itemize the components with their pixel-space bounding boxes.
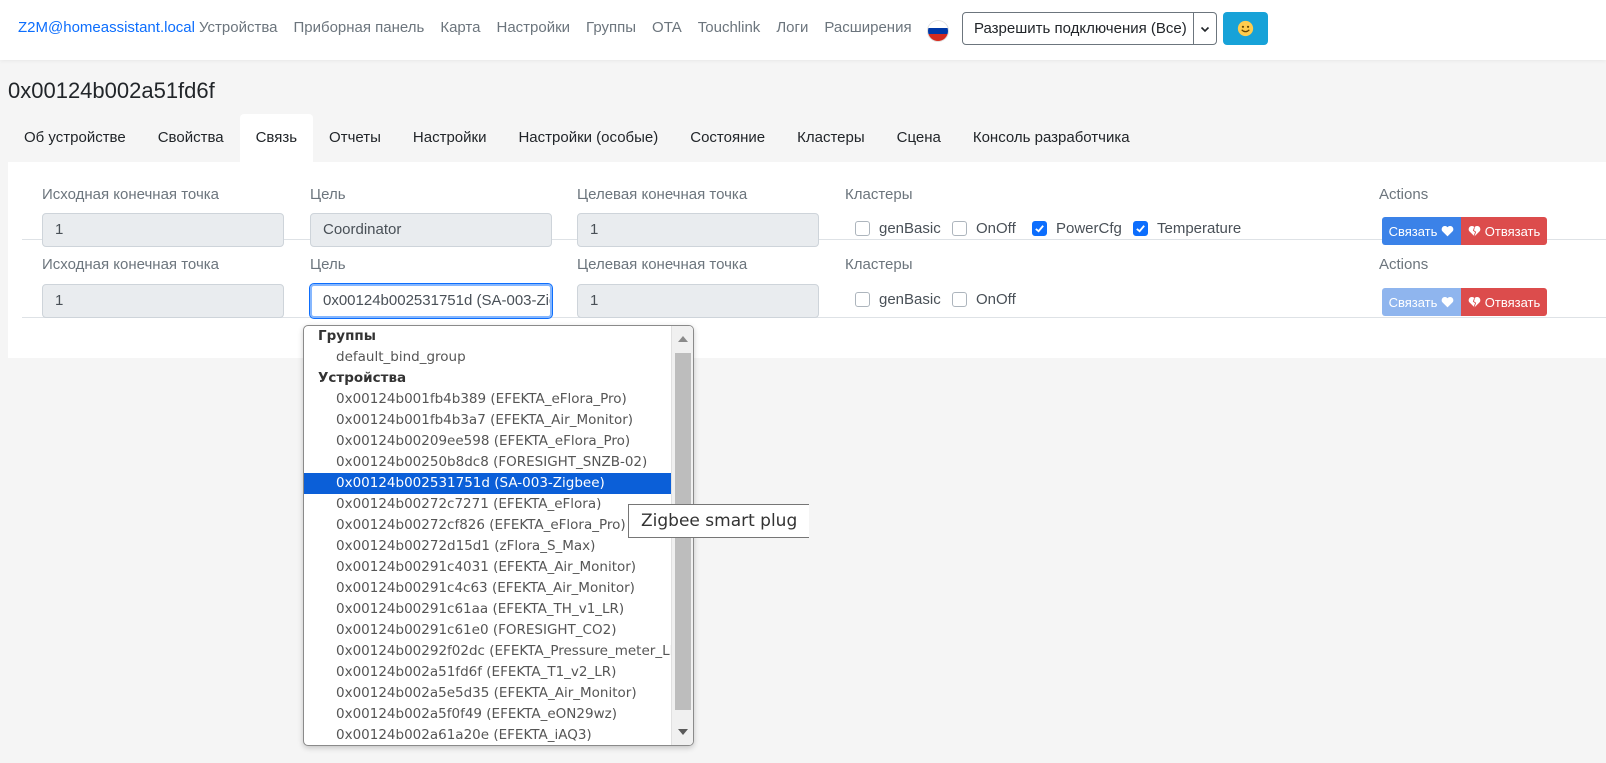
source-endpoint-label: Исходная конечная точка (42, 256, 219, 273)
optgroup-label-groups: Группы (318, 328, 376, 344)
dropdown-option[interactable]: 0x00124b00291c4c63 (EFEKTA_Air_Monitor) (304, 578, 673, 599)
nav-link-extensions[interactable]: Расширения (824, 19, 911, 36)
broken-heart-icon (1468, 225, 1481, 237)
tab-properties[interactable]: Свойства (142, 114, 240, 162)
device-title: 0x00124b002a51fd6f (8, 78, 215, 103)
nav-link-settings[interactable]: Настройки (496, 19, 570, 36)
cluster-checkbox-temperature[interactable]: Temperature (1133, 220, 1241, 237)
tab-settings-specific[interactable]: Настройки (особые) (502, 114, 674, 162)
checkbox[interactable] (855, 221, 870, 236)
target-label: Цель (310, 256, 346, 273)
heart-icon (1442, 225, 1454, 237)
dropdown-option[interactable]: 0x00124b002a5f0f49 (EFEKTA_eON29wz) (304, 704, 673, 725)
nav-link-touchlink[interactable]: Touchlink (698, 19, 761, 36)
bind-button[interactable]: Связать (1382, 288, 1461, 316)
dropdown-option[interactable]: 0x00124b00272cf826 (EFEKTA_eFlora_Pro) (304, 515, 673, 536)
dropdown-option[interactable]: 0x00124b00250b8dc8 (FORESIGHT_SNZB-02) (304, 452, 673, 473)
optgroup-label-devices: Устройства (318, 370, 407, 386)
actions-label: Actions (1379, 186, 1429, 203)
tab-state[interactable]: Состояние (674, 114, 781, 162)
bind-row: Исходная конечная точка Цель Целевая кон… (22, 240, 1606, 319)
checkbox[interactable] (952, 292, 967, 307)
permit-join-group: Разрешить подключения (Все) (962, 12, 1217, 45)
dropdown-option[interactable]: 0x00124b00272c7271 (EFEKTA_eFlora) (304, 494, 673, 515)
chevron-down-icon (1200, 26, 1210, 32)
tab-about[interactable]: Об устройстве (8, 114, 142, 162)
target-endpoint-select[interactable]: 1 (577, 284, 819, 318)
source-endpoint-select[interactable]: 1 (42, 284, 284, 318)
nav-link-logs[interactable]: Логи (776, 19, 808, 36)
check-icon (1035, 225, 1044, 233)
device-tabs: Об устройстве Свойства Связь Отчеты Наст… (8, 114, 1146, 162)
scroll-up-arrow-icon[interactable] (672, 328, 693, 350)
device-tooltip: Zigbee smart plug (628, 504, 810, 538)
unbind-button[interactable]: Отвязать (1461, 288, 1547, 316)
tab-dev-console[interactable]: Консоль разработчика (957, 114, 1146, 162)
smiley-icon (1237, 20, 1254, 37)
broken-heart-icon (1468, 296, 1481, 308)
heart-icon (1442, 296, 1454, 308)
checkbox[interactable] (855, 292, 870, 307)
nav-link-dashboard[interactable]: Приборная панель (293, 19, 424, 36)
tab-clusters[interactable]: Кластеры (781, 114, 881, 162)
cluster-checkbox-genbasic[interactable]: genBasic (855, 220, 941, 237)
cluster-checkbox-onoff[interactable]: OnOff (952, 220, 1016, 237)
dropdown-option[interactable]: 0x00124b001fb4b3a7 (EFEKTA_Air_Monitor) (304, 410, 673, 431)
bind-panel: Исходная конечная точка Цель Целевая кон… (8, 162, 1606, 358)
source-endpoint-label: Исходная конечная точка (42, 186, 219, 203)
cluster-checkbox-onoff[interactable]: OnOff (952, 291, 1016, 308)
dropdown-option[interactable]: default_bind_group (304, 347, 673, 368)
nav-link-devices[interactable]: Устройства (199, 19, 277, 36)
dropdown-option[interactable]: 0x00124b002a61a20e (EFEKTA_iAQ3) (304, 725, 673, 745)
dropdown-option[interactable]: 0x00124b002a5e5d35 (EFEKTA_Air_Monitor) (304, 683, 673, 704)
cluster-checkbox-genbasic[interactable]: genBasic (855, 291, 941, 308)
dropdown-option[interactable]: 0x00124b00272d15d1 (zFlora_S_Max) (304, 536, 673, 557)
actions-label: Actions (1379, 256, 1429, 273)
nav-link-groups[interactable]: Группы (586, 19, 636, 36)
target-endpoint-label: Целевая конечная точка (577, 256, 748, 273)
clusters-label: Кластеры (845, 256, 913, 273)
checkbox-checked[interactable] (1032, 221, 1047, 236)
nav-brand-link[interactable]: Z2M@homeassistant.local (18, 19, 195, 36)
dropdown-option[interactable]: 0x00124b002a51fd6f (EFEKTA_T1_v2_LR) (304, 662, 673, 683)
theme-toggle-button[interactable] (1223, 12, 1268, 45)
target-label: Цель (310, 186, 346, 203)
bind-row: Исходная конечная точка Цель Целевая кон… (22, 162, 1606, 247)
language-flag-icon[interactable] (928, 21, 948, 41)
dropdown-option[interactable]: 0x00124b001fb4b389 (EFEKTA_eFlora_Pro) (304, 389, 673, 410)
permit-join-dropdown-toggle[interactable] (1194, 12, 1217, 45)
check-icon (1136, 225, 1145, 233)
top-navbar: Z2M@homeassistant.local Устройства Прибо… (0, 0, 1606, 60)
target-select[interactable]: 0x00124b002531751d (SA-003-Zigbee) (309, 283, 553, 319)
tab-settings[interactable]: Настройки (397, 114, 503, 162)
tab-scene[interactable]: Сцена (881, 114, 957, 162)
nav-link-ota[interactable]: OTA (652, 19, 682, 36)
nav-link-map[interactable]: Карта (440, 19, 480, 36)
dropdown-option[interactable]: 0x00124b00292f02dc (EFEKTA_Pressure_mete… (304, 641, 673, 662)
nav-links: Устройства Приборная панель Карта Настро… (199, 19, 928, 36)
checkbox[interactable] (952, 221, 967, 236)
permit-join-button[interactable]: Разрешить подключения (Все) (962, 12, 1194, 45)
dropdown-option[interactable]: 0x00124b00291c4031 (EFEKTA_Air_Monitor) (304, 557, 673, 578)
dropdown-option[interactable]: 0x00124b00291c61e0 (FORESIGHT_CO2) (304, 620, 673, 641)
cluster-checkbox-powercfg[interactable]: PowerCfg (1032, 220, 1122, 237)
clusters-label: Кластеры (845, 186, 913, 203)
target-endpoint-label: Целевая конечная точка (577, 186, 748, 203)
dropdown-option-selected[interactable]: 0x00124b002531751d (SA-003-Zigbee) (304, 473, 673, 494)
dropdown-option[interactable]: 0x00124b00291c61aa (EFEKTA_TH_v1_LR) (304, 599, 673, 620)
dropdown-options: Группы default_bind_group Устройства 0x0… (304, 326, 673, 745)
dropdown-option[interactable]: 0x00124b00209ee598 (EFEKTA_eFlora_Pro) (304, 431, 673, 452)
tab-bind[interactable]: Связь (239, 114, 314, 162)
tab-reporting[interactable]: Отчеты (313, 114, 397, 162)
checkbox-checked[interactable] (1133, 221, 1148, 236)
scroll-down-arrow-icon[interactable] (672, 721, 693, 743)
